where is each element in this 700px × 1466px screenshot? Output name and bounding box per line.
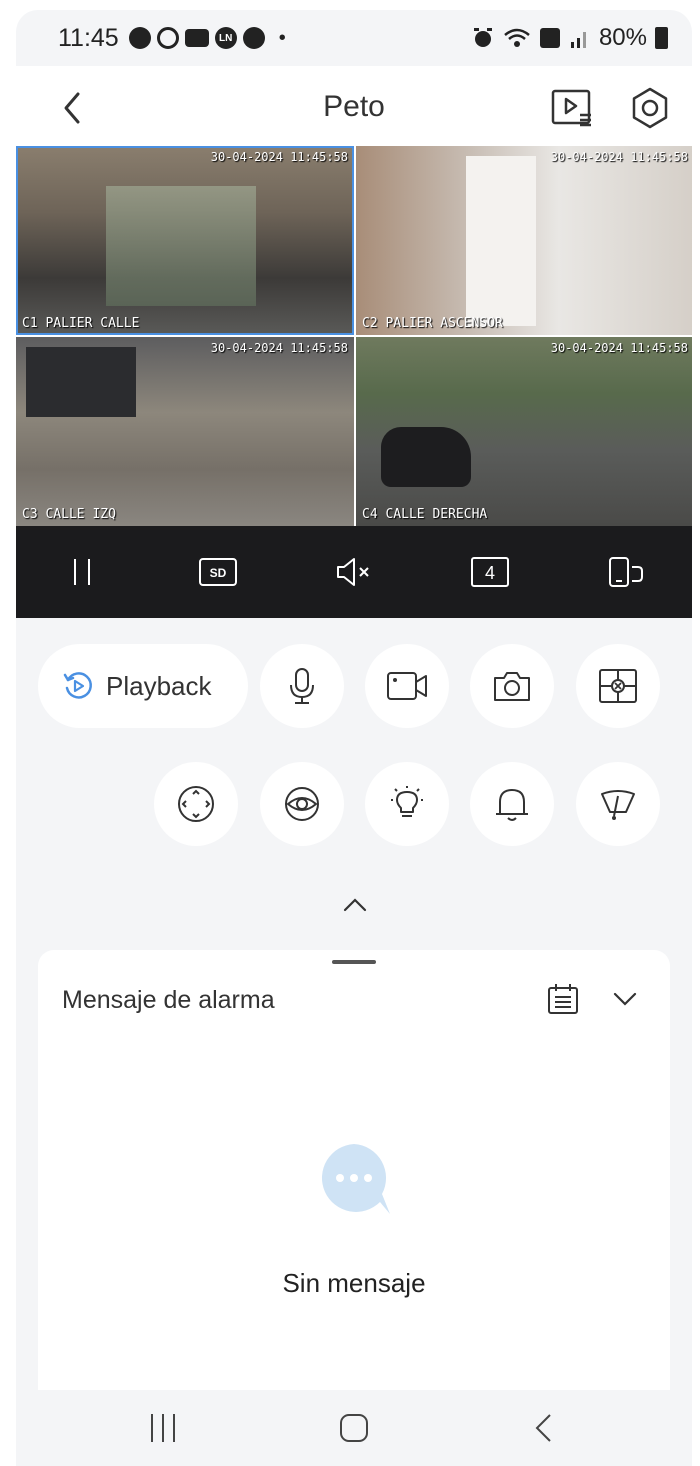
microphone-icon	[290, 668, 314, 704]
mute-button[interactable]	[334, 552, 374, 592]
quality-sd-icon: SD	[199, 558, 237, 586]
chevron-up-icon[interactable]	[342, 896, 368, 914]
camera-timestamp: 30-04-2024 11:45:58	[210, 341, 348, 355]
signal-icon	[570, 32, 586, 48]
camera-tile-3[interactable]: 30-04-2024 11:45:58 C3 CALLE IZQ	[16, 337, 354, 526]
settings-hexagon-icon[interactable]	[628, 86, 672, 130]
recent-apps-icon[interactable]	[148, 1412, 178, 1444]
ln-icon: LN	[214, 27, 237, 49]
wifi-icon	[504, 28, 530, 47]
split-count-label: 4	[485, 563, 495, 583]
camera-label: C3 CALLE IZQ	[22, 507, 116, 522]
cloud-icon	[156, 27, 179, 49]
camera-tile-4[interactable]: 30-04-2024 11:45:58 C4 CALLE DERECHA	[356, 337, 692, 526]
status-system-icons: 80%	[471, 24, 668, 52]
ptz-direction-icon	[178, 786, 214, 822]
chat-icon	[128, 27, 151, 49]
eye-icon	[285, 787, 319, 821]
empty-message-icon	[321, 1144, 390, 1214]
camera-timestamp: 30-04-2024 11:45:58	[550, 150, 688, 164]
playback-list-icon[interactable]	[550, 86, 594, 130]
camera-tile-2[interactable]: 30-04-2024 11:45:58 C2 PALIER ASCENSOR	[356, 146, 692, 335]
playback-label: Playback	[106, 670, 212, 701]
camera-label: C2 PALIER ASCENSOR	[362, 316, 503, 331]
light-bulb-icon	[391, 786, 423, 817]
app-header: Peto	[16, 66, 692, 146]
video-toolbar: SD 4	[16, 526, 692, 618]
quality-label: SD	[210, 566, 227, 580]
split-view-button[interactable]: 4	[470, 552, 510, 592]
ln-icon-label: LN	[219, 32, 233, 44]
alarm-bell-button[interactable]	[470, 762, 554, 846]
multiview-button[interactable]	[576, 644, 660, 728]
wiper-icon	[601, 790, 635, 820]
grid-view-icon	[599, 669, 637, 703]
more-notifications-dot: •	[278, 26, 286, 49]
status-notification-icons: LN •	[128, 26, 286, 50]
record-video-button[interactable]	[365, 644, 449, 728]
video-camera-icon	[387, 672, 427, 700]
camera-timestamp: 30-04-2024 11:45:58	[550, 341, 688, 355]
rotate-fullscreen-button[interactable]	[606, 552, 646, 592]
volte-icon	[539, 28, 560, 48]
empty-state-text: Sin mensaje	[282, 1268, 426, 1298]
system-nav-bar	[16, 1390, 692, 1466]
camera-label: C4 CALLE DERECHA	[362, 507, 488, 522]
settings-icon	[242, 27, 265, 49]
battery-icon	[655, 27, 668, 49]
speaker-muted-icon	[337, 558, 369, 586]
alarm-icon	[473, 28, 492, 47]
playback-button[interactable]: Playback	[38, 644, 248, 728]
alarm-message-panel: Mensaje de alarma Sin mensaje	[38, 950, 670, 1390]
alarm-panel-title: Mensaje de alarma	[62, 986, 275, 1014]
playback-icon	[63, 672, 92, 699]
camera-tile-1[interactable]: 30-04-2024 11:45:58 C1 PALIER CALLE	[16, 146, 354, 335]
home-icon[interactable]	[338, 1412, 370, 1444]
quality-button[interactable]: SD	[198, 552, 238, 592]
light-button[interactable]	[365, 762, 449, 846]
back-icon[interactable]	[532, 1412, 554, 1444]
rotate-screen-icon	[609, 557, 643, 587]
camera-timestamp: 30-04-2024 11:45:58	[210, 150, 348, 164]
snapshot-button[interactable]	[470, 644, 554, 728]
phone-screen: 11:45 LN • 80% Peto 30-04-2024 11:45:58 …	[16, 10, 692, 1466]
camera-label: C1 PALIER CALLE	[22, 316, 140, 331]
split-screen-icon: 4	[471, 557, 509, 587]
battery-percent: 80%	[598, 24, 647, 51]
wiper-button[interactable]	[576, 762, 660, 846]
status-bar: 11:45 LN • 80%	[16, 10, 692, 66]
ptz-button[interactable]	[154, 762, 238, 846]
camera-grid: 30-04-2024 11:45:58 C1 PALIER CALLE 30-0…	[16, 146, 692, 526]
youtube-icon	[184, 29, 209, 47]
talk-button[interactable]	[260, 644, 344, 728]
camera-icon	[494, 672, 530, 701]
pause-icon	[74, 559, 90, 585]
chevron-down-icon[interactable]	[612, 990, 638, 1008]
pause-button[interactable]	[62, 552, 102, 592]
bell-icon	[496, 789, 528, 821]
panel-drag-handle[interactable]	[332, 960, 376, 964]
monitor-button[interactable]	[260, 762, 344, 846]
status-time: 11:45	[58, 23, 119, 52]
calendar-icon[interactable]	[546, 982, 580, 1016]
